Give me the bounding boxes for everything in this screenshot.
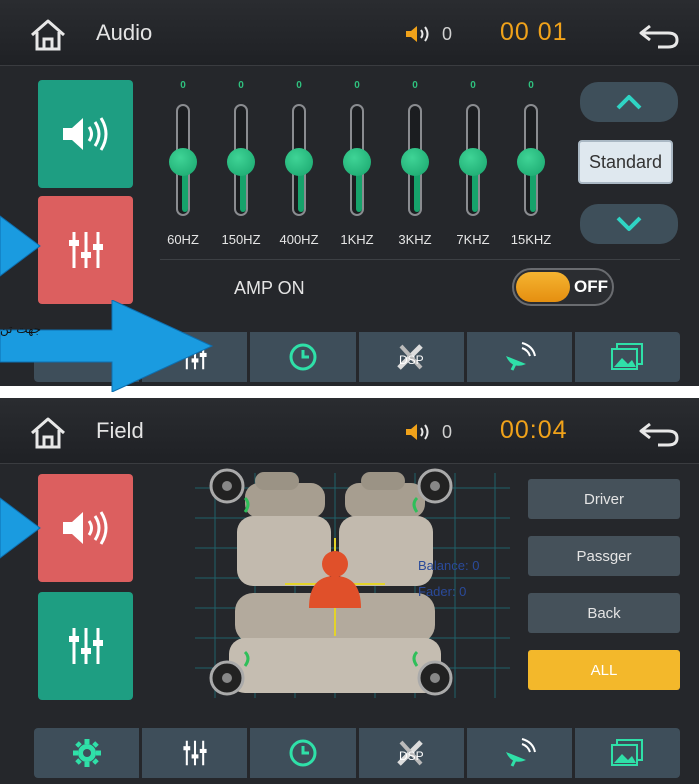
speaker-volume-icon xyxy=(62,511,107,545)
audio-mode-button[interactable] xyxy=(38,80,133,188)
chevron-up-icon xyxy=(616,95,642,110)
eq-band-7khz[interactable]: 0 7KHZ xyxy=(450,80,506,260)
annotation-label: جهت تن xyxy=(0,322,42,336)
gallery-icon xyxy=(611,343,644,370)
tab-satellite[interactable] xyxy=(466,728,572,778)
clock-time: 00:04 xyxy=(500,416,568,444)
clock-icon xyxy=(289,343,317,371)
eq-slider-knob[interactable] xyxy=(169,148,197,176)
chevron-down-icon xyxy=(616,216,642,231)
tab-tools[interactable]: DSP xyxy=(358,728,464,778)
speaker-volume-icon xyxy=(62,117,107,151)
tools-icon: DSP xyxy=(397,740,424,766)
eq-slider-knob[interactable] xyxy=(285,148,313,176)
all-button[interactable]: ALL xyxy=(528,650,680,690)
eq-band-60hz[interactable]: 0 60HZ xyxy=(160,80,216,260)
tab-tools[interactable]: DSP xyxy=(358,332,464,382)
eq-preset-display[interactable]: Standard xyxy=(578,140,673,184)
volume-value: 0 xyxy=(442,24,453,44)
clock-icon xyxy=(289,739,317,767)
eq-band-label: 1KHZ xyxy=(340,232,374,247)
tab-equalizer[interactable] xyxy=(142,728,248,778)
tab-clock[interactable] xyxy=(250,728,356,778)
driver-button[interactable]: Driver xyxy=(528,479,680,519)
amp-state: OFF xyxy=(574,277,608,296)
bottom-nav: DSP xyxy=(34,728,681,778)
eq-slider-knob[interactable] xyxy=(459,148,487,176)
satellite-dish-icon xyxy=(506,738,537,767)
annotation-arrow xyxy=(0,497,41,559)
svg-text:DSP: DSP xyxy=(399,749,424,763)
tools-icon: DSP xyxy=(397,344,424,370)
preset-up-button[interactable] xyxy=(580,82,678,122)
eq-band-label: 15KHZ xyxy=(510,232,552,247)
eq-slider-knob[interactable] xyxy=(227,148,255,176)
audio-mode-button[interactable] xyxy=(38,474,133,582)
toggle-knob xyxy=(516,272,570,302)
eq-band-value: 0 xyxy=(296,80,302,91)
tab-satellite[interactable] xyxy=(466,332,572,382)
svg-text:DSP: DSP xyxy=(399,353,424,367)
eq-band-label: 7KHZ xyxy=(456,232,490,247)
return-arrow-icon[interactable] xyxy=(636,20,682,50)
satellite-dish-icon xyxy=(506,342,537,371)
eq-band-15khz[interactable]: 0 15KHZ xyxy=(508,80,564,260)
eq-band-label: 150HZ xyxy=(221,232,261,247)
eq-band-value: 0 xyxy=(238,80,244,91)
equalizer-panel: 0 60HZ 0 150HZ 0 400HZ 0 1KHZ 0 3KHZ 0 7KHZ 0 15KHZ xyxy=(160,80,570,260)
screen-title: Field xyxy=(96,418,144,443)
balance-readout: Balance: 0 xyxy=(418,558,480,573)
eq-band-value: 0 xyxy=(180,80,186,91)
sound-field-map[interactable] xyxy=(185,468,520,703)
eq-slider-knob[interactable] xyxy=(517,148,545,176)
eq-band-3khz[interactable]: 0 3KHZ xyxy=(392,80,448,260)
eq-band-400hz[interactable]: 0 400HZ xyxy=(276,80,332,260)
tab-clock[interactable] xyxy=(250,332,356,382)
speaker-front-left xyxy=(209,468,250,513)
eq-band-value: 0 xyxy=(354,80,360,91)
back-seat-button[interactable]: Back xyxy=(528,593,680,633)
clock-time: 00 01 xyxy=(500,18,568,46)
home-icon[interactable] xyxy=(28,17,68,53)
eq-band-value: 0 xyxy=(528,80,534,91)
volume-value: 0 xyxy=(442,422,453,442)
speaker-volume-icon xyxy=(406,424,429,440)
eq-band-150hz[interactable]: 0 150HZ xyxy=(218,80,274,260)
speaker-volume-icon xyxy=(406,26,429,42)
divider xyxy=(160,259,680,260)
fader-readout: Fader: 0 xyxy=(418,584,467,599)
annotation-arrow xyxy=(0,215,41,277)
tab-gallery[interactable] xyxy=(574,332,681,382)
field-screen: Field 0 00:04 Balance: 0 Fader: 0 Driver… xyxy=(0,398,699,784)
gear-icon xyxy=(72,739,101,767)
equalizer-sliders-icon xyxy=(68,628,103,664)
equalizer-sliders-icon xyxy=(68,232,103,268)
preset-down-button[interactable] xyxy=(580,204,678,244)
amp-toggle[interactable]: OFF xyxy=(512,268,614,306)
eq-slider-knob[interactable] xyxy=(401,148,429,176)
passenger-button[interactable]: Passger xyxy=(528,536,680,576)
tab-settings[interactable] xyxy=(34,728,140,778)
eq-band-label: 3KHZ xyxy=(398,232,432,247)
eq-band-value: 0 xyxy=(412,80,418,91)
front-left-seat xyxy=(237,472,331,586)
amp-label: AMP ON xyxy=(234,278,305,298)
annotation-arrow xyxy=(0,300,214,392)
equalizer-sliders-icon xyxy=(183,740,207,766)
eq-band-value: 0 xyxy=(470,80,476,91)
eq-slider-knob[interactable] xyxy=(343,148,371,176)
tab-gallery[interactable] xyxy=(574,728,681,778)
screen-title: Audio xyxy=(96,20,153,45)
status-bar: Audio 0 00 01 xyxy=(0,0,699,66)
home-icon[interactable] xyxy=(28,415,68,451)
return-arrow-icon[interactable] xyxy=(636,418,682,448)
eq-band-1khz[interactable]: 0 1KHZ xyxy=(334,80,390,260)
eq-band-label: 60HZ xyxy=(167,232,199,247)
gallery-icon xyxy=(611,739,644,766)
status-bar: Field 0 00:04 xyxy=(0,398,699,464)
equalizer-mode-button[interactable] xyxy=(38,592,133,700)
eq-band-label: 400HZ xyxy=(279,232,319,247)
equalizer-mode-button[interactable] xyxy=(38,196,133,304)
